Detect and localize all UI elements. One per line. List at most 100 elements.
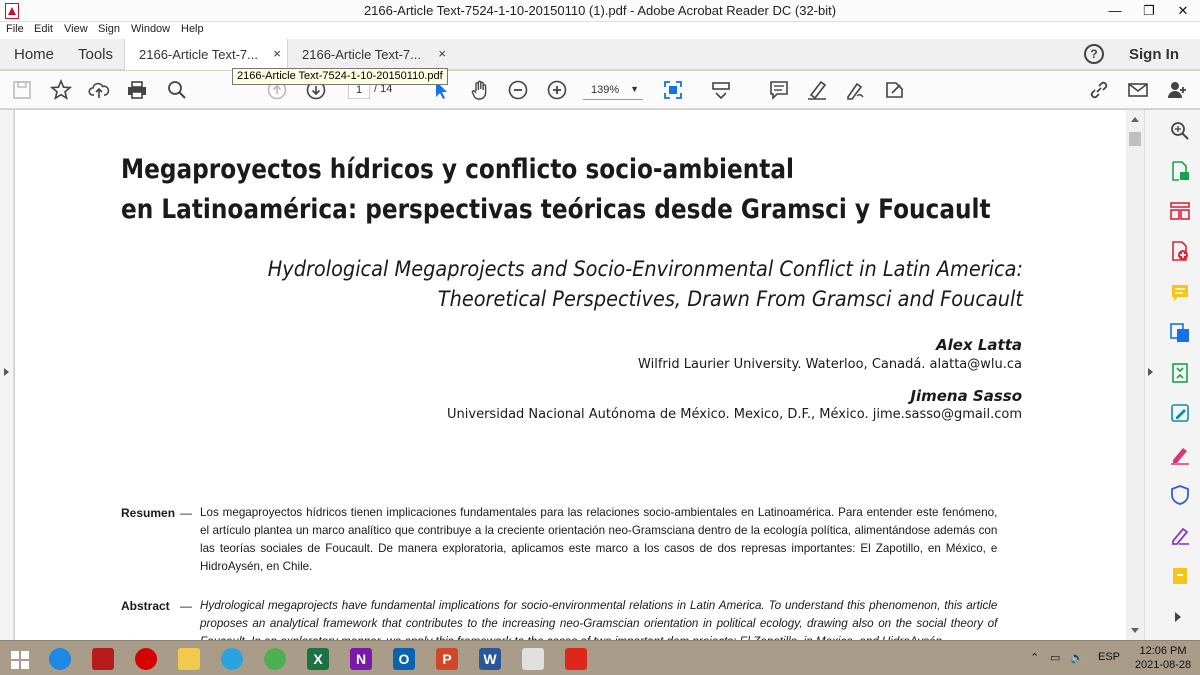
tab-tooltip: 2166-Article Text-7524-1-10-20150110.pdf — [232, 68, 448, 85]
windows-taskbar: X N O P W ⌃ ▭ 🔈 ESP 12:06 PM 2021-08-28 — [0, 640, 1200, 675]
opera-icon-glyph — [135, 648, 157, 670]
vertical-scrollbar[interactable] — [1126, 110, 1144, 640]
create-pdf-icon[interactable] — [1169, 240, 1191, 262]
snipping-tool-icon[interactable] — [513, 644, 553, 674]
sign-in-button[interactable]: Sign In — [1129, 46, 1179, 63]
search-zoom-icon[interactable] — [1169, 120, 1191, 142]
file-explorer-icon-glyph — [178, 648, 200, 670]
menu-help[interactable]: Help — [181, 23, 204, 35]
acrobat-icon-glyph — [565, 648, 587, 670]
menu-file[interactable]: File — [6, 23, 24, 35]
star-icon[interactable] — [49, 78, 73, 101]
upload-icon[interactable] — [88, 79, 110, 101]
menu-edit[interactable]: Edit — [34, 23, 53, 35]
comment-tool-icon[interactable] — [1169, 282, 1191, 304]
close-window-button[interactable]: ✕ — [1166, 0, 1200, 22]
right-tools-pane — [1144, 110, 1200, 640]
author-affiliation: Universidad Nacional Autónoma de México.… — [447, 407, 1022, 422]
tab-document-2[interactable]: 2166-Article Text-7... × — [288, 39, 452, 70]
fill-sign-icon[interactable] — [1169, 444, 1191, 466]
tab-tools[interactable]: Tools — [78, 46, 113, 63]
close-tab-icon[interactable]: × — [273, 46, 281, 61]
more-tools-icon[interactable] — [1169, 564, 1191, 586]
abstract-text: Hydrological megaprojects have fundament… — [200, 598, 998, 640]
window-titlebar: 2166-Article Text-7524-1-10-20150110 (1)… — [0, 0, 1200, 22]
organize-pages-icon[interactable] — [1169, 200, 1191, 222]
internet-explorer-icon[interactable] — [40, 644, 80, 674]
tab-document-1[interactable]: 2166-Article Text-7... × — [124, 39, 288, 70]
mendeley-icon[interactable] — [83, 644, 123, 674]
link-icon[interactable] — [1088, 79, 1110, 101]
abstract-label: Abstract — [121, 599, 170, 613]
export-pdf-icon[interactable] — [1169, 160, 1191, 182]
highlight-icon[interactable] — [806, 79, 828, 101]
menu-view[interactable]: View — [64, 23, 88, 35]
tab-home[interactable]: Home — [14, 46, 54, 63]
powerpoint-icon-letter: P — [442, 651, 452, 667]
acrobat-icon[interactable] — [556, 644, 596, 674]
edit-pdf-icon[interactable] — [1169, 402, 1191, 424]
chevron-right-icon[interactable] — [1175, 612, 1181, 622]
add-user-icon[interactable] — [1166, 79, 1188, 101]
mendeley-icon-glyph — [92, 648, 114, 670]
language-indicator[interactable]: ESP — [1098, 651, 1120, 663]
zoom-out-icon[interactable] — [507, 79, 529, 101]
word-icon[interactable]: W — [470, 644, 510, 674]
save-icon[interactable] — [11, 79, 33, 101]
article-subtitle: Hydrological Megaprojects and Socio-Envi… — [195, 254, 1023, 314]
volume-icon[interactable]: 🔈 — [1070, 651, 1084, 664]
print-icon[interactable] — [126, 79, 148, 101]
help-icon[interactable]: ? — [1084, 44, 1104, 64]
article-title: Megaproyectos hídricos y conflicto socio… — [121, 150, 991, 230]
menu-sign[interactable]: Sign — [98, 23, 120, 35]
resumen-dash: — — [180, 506, 192, 520]
start-button[interactable] — [0, 644, 40, 674]
onenote-icon-letter: N — [355, 651, 367, 667]
opera-icon[interactable] — [126, 644, 166, 674]
menu-window[interactable]: Window — [131, 23, 170, 35]
restore-button[interactable]: ❐ — [1132, 0, 1166, 22]
file-explorer-icon[interactable] — [169, 644, 209, 674]
protect-icon[interactable] — [1169, 484, 1191, 506]
powerpoint-icon[interactable]: P — [427, 644, 467, 674]
network-icon[interactable]: ▭ — [1050, 651, 1060, 664]
sign-icon[interactable] — [844, 79, 866, 101]
share-icon[interactable] — [884, 79, 906, 101]
zoom-in-icon[interactable] — [546, 79, 568, 101]
comment-icon[interactable] — [768, 79, 790, 101]
sign-pen-icon[interactable] — [1169, 524, 1191, 546]
tab-document-label: 2166-Article Text-7... — [139, 47, 258, 62]
zoom-level-value: 139% — [591, 84, 620, 96]
article-title-line-2: en Latinoamérica: perspectivas teóricas … — [121, 194, 991, 225]
clock-time: 12:06 PM — [1139, 645, 1187, 657]
hand-icon[interactable] — [469, 79, 491, 101]
article-subtitle-line-2: Theoretical Perspectives, Drawn From Gra… — [437, 287, 1023, 311]
left-nav-pane[interactable] — [0, 110, 14, 640]
compress-icon[interactable] — [1169, 362, 1191, 384]
scroll-mode-icon[interactable] — [710, 79, 732, 101]
chrome-icon[interactable] — [255, 644, 295, 674]
zoom-level-select[interactable]: 139% ▼ — [583, 80, 643, 100]
clock-date: 2021-08-28 — [1134, 659, 1192, 671]
excel-icon[interactable]: X — [298, 644, 338, 674]
window-title: 2166-Article Text-7524-1-10-20150110 (1)… — [363, 3, 837, 18]
fit-page-icon[interactable] — [662, 79, 684, 101]
document-page[interactable]: Megaproyectos hídricos y conflicto socio… — [15, 110, 1126, 640]
tray-chevron-up-icon[interactable]: ⌃ — [1030, 651, 1039, 664]
combine-files-icon[interactable] — [1169, 322, 1191, 344]
collapse-pane-icon[interactable] — [1148, 368, 1153, 376]
scroll-up-icon[interactable] — [1131, 117, 1139, 122]
telegram-icon[interactable] — [212, 644, 252, 674]
close-tab-icon[interactable]: × — [438, 46, 446, 61]
search-icon[interactable] — [166, 79, 188, 101]
internet-explorer-icon-glyph — [49, 648, 71, 670]
email-icon[interactable] — [1127, 79, 1149, 101]
minimize-button[interactable]: — — [1098, 0, 1132, 22]
system-clock[interactable]: 12:06 PM 2021-08-28 — [1131, 644, 1195, 672]
outlook-icon[interactable]: O — [384, 644, 424, 674]
expand-left-pane-icon[interactable] — [4, 368, 9, 376]
onenote-icon[interactable]: N — [341, 644, 381, 674]
abstract-dash: — — [180, 599, 192, 613]
scrollbar-thumb[interactable] — [1129, 132, 1141, 146]
scroll-down-icon[interactable] — [1131, 628, 1139, 633]
